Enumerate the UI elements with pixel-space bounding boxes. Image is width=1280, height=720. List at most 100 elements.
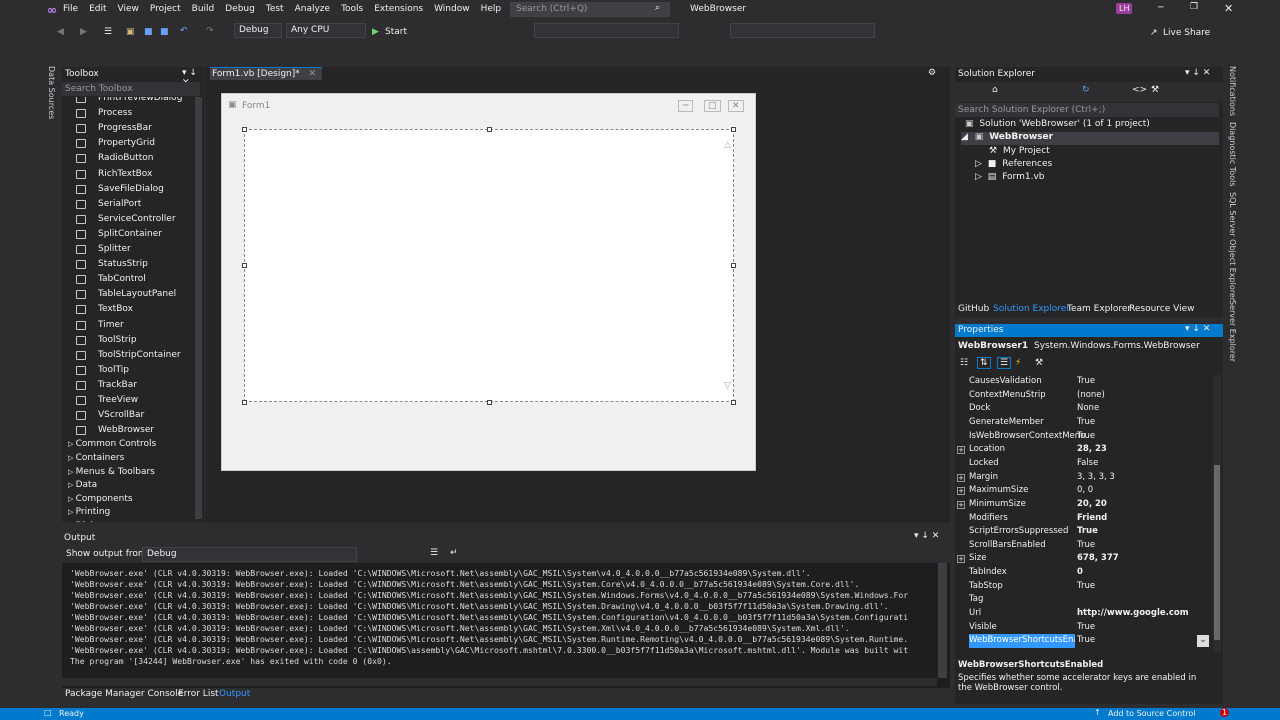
open-icon[interactable]: ▣ — [126, 25, 135, 40]
toolbox-item[interactable]: Process — [62, 106, 192, 121]
resize-handle[interactable] — [731, 263, 736, 268]
toolbox-item[interactable]: ServiceController — [62, 212, 192, 227]
property-row[interactable]: Modifiers Friend — [955, 512, 1210, 526]
bottom-tab[interactable]: Output — [219, 689, 250, 699]
toolbox-item[interactable]: SerialPort — [62, 197, 192, 212]
avatar[interactable]: LH — [1116, 3, 1133, 14]
expand-icon[interactable]: + — [957, 500, 965, 509]
property-row[interactable]: ScrollBarsEnabled True — [955, 539, 1210, 553]
solution-tab[interactable]: GitHub — [958, 304, 989, 314]
home-icon[interactable]: ⌂ — [992, 85, 998, 95]
menu-item[interactable]: Build — [192, 4, 215, 14]
toolbox-item[interactable]: Timer — [62, 318, 192, 333]
output-source-select[interactable]: Debug — [142, 547, 357, 562]
property-value[interactable]: True — [1077, 539, 1095, 553]
output-hscroll[interactable] — [62, 678, 937, 686]
toolbox-item[interactable]: PrintPreviewDialog — [62, 97, 192, 106]
resize-handle[interactable] — [487, 127, 492, 132]
property-row[interactable]: + Size 678, 377 — [955, 552, 1210, 566]
properties-icon[interactable]: ☰ — [997, 357, 1012, 369]
toolbox-item[interactable]: ToolStrip — [62, 333, 192, 348]
target-select[interactable] — [534, 23, 679, 38]
menu-item[interactable]: Extensions — [374, 4, 423, 14]
redo-icon[interactable]: ↷ — [206, 24, 214, 39]
property-row[interactable]: ContextMenuStrip (none) — [955, 389, 1210, 403]
property-value[interactable]: True — [1077, 580, 1095, 594]
property-value[interactable]: 28, 23 — [1077, 443, 1107, 457]
toolbox-category[interactable]: ▷ Printing — [68, 505, 196, 519]
property-value[interactable]: None — [1077, 402, 1099, 416]
toolbox-item[interactable]: TabControl — [62, 272, 192, 287]
property-row[interactable]: GenerateMember True — [955, 416, 1210, 430]
resize-handle[interactable] — [242, 263, 247, 268]
solution-node[interactable]: ▣ Solution 'WebBrowser' (1 of 1 project) — [965, 119, 1215, 132]
bottom-tab[interactable]: Error List — [178, 689, 219, 699]
resize-handle[interactable] — [242, 127, 247, 132]
output-pin-icon[interactable]: ▾ ↓ ✕ — [914, 531, 939, 541]
tree-node-references[interactable]: ▷ ■ References — [975, 159, 1052, 172]
expand-icon[interactable]: ▷ — [975, 159, 982, 169]
collapse-icon[interactable]: ◢ — [961, 132, 968, 142]
resize-handle[interactable] — [731, 400, 736, 405]
webbrowser-control[interactable]: △ ▽ — [244, 129, 734, 402]
expand-icon[interactable]: + — [957, 473, 965, 482]
output-text[interactable]: 'WebBrowser.exe' (CLR v4.0.30319: WebBro… — [62, 568, 938, 666]
toolbox-category[interactable]: ▷ Dialogs — [68, 519, 196, 522]
toolbox-item[interactable]: SaveFileDialog — [62, 182, 192, 197]
property-value[interactable]: 0, 0 — [1077, 484, 1093, 498]
vs-logo-icon[interactable]: ∞ — [47, 3, 57, 17]
property-value[interactable]: True — [1077, 375, 1095, 389]
property-value[interactable]: http://www.google.com — [1077, 607, 1189, 621]
toolbox-item[interactable]: WebBrowser — [62, 423, 192, 438]
toolbox-item[interactable]: RichTextBox — [62, 167, 192, 182]
sql-server-object-explorer-tab[interactable]: SQL Server Object Explorer — [1228, 192, 1237, 301]
toolbox-item[interactable]: ProgressBar — [62, 121, 192, 136]
toolbox-item[interactable]: RadioButton — [62, 151, 192, 166]
property-value[interactable]: Friend — [1077, 512, 1107, 526]
bottom-tab[interactable]: Package Manager Console — [65, 689, 183, 699]
expand-icon[interactable]: ▷ — [68, 495, 76, 503]
menu-item[interactable]: Analyze — [295, 4, 330, 14]
property-value[interactable]: False — [1077, 457, 1098, 471]
toolbox-search[interactable]: Search Toolbox — [62, 82, 200, 96]
property-value[interactable]: True — [1077, 430, 1095, 444]
property-row[interactable]: + MaximumSize 0, 0 — [955, 484, 1210, 498]
tree-node-my-project[interactable]: ⚒ My Project — [989, 146, 1050, 159]
property-row[interactable]: ScriptErrorsSuppressed True — [955, 525, 1210, 539]
property-value[interactable]: 678, 377 — [1077, 552, 1119, 566]
property-row[interactable]: WebBrowserShortcutsEnabl True — [955, 634, 1210, 648]
toolbox-item[interactable]: TreeView — [62, 393, 192, 408]
property-row[interactable]: TabIndex 0 — [955, 566, 1210, 580]
property-dropdown-button[interactable]: ⌄ — [1197, 635, 1209, 647]
expand-icon[interactable]: ▷ — [68, 508, 76, 516]
property-row[interactable]: + Margin 3, 3, 3, 3 — [955, 471, 1210, 485]
expand-icon[interactable]: ▷ — [975, 172, 982, 182]
forward-icon[interactable]: ▶ — [80, 25, 87, 40]
menu-item[interactable]: File — [63, 4, 78, 14]
toolbox-category[interactable]: ▷ Data — [68, 478, 196, 492]
resize-handle[interactable] — [731, 127, 736, 132]
toolbox-item[interactable]: SplitContainer — [62, 227, 192, 242]
resize-handle[interactable] — [242, 400, 247, 405]
maximize-icon[interactable]: ❐ — [1190, 2, 1198, 12]
property-row[interactable]: Url http://www.google.com — [955, 607, 1210, 621]
diagnostic-tools-tab[interactable]: Diagnostic Tools — [1228, 122, 1237, 187]
solution-tab[interactable]: Solution Explorer — [993, 304, 1070, 314]
solution-pin-icon[interactable]: ▾ ↓ ✕ — [1185, 68, 1210, 78]
notifications-tab[interactable]: Notifications — [1228, 66, 1237, 116]
search-input[interactable]: Search (Ctrl+Q) — [510, 2, 670, 17]
property-row[interactable]: + MinimumSize 20, 20 — [955, 498, 1210, 512]
word-wrap-icon[interactable]: ↵ — [450, 548, 458, 558]
refresh-icon[interactable]: ↻ — [1082, 85, 1090, 95]
minimize-icon[interactable]: ─ — [1158, 3, 1163, 13]
back-icon[interactable]: ◀ — [57, 25, 64, 40]
tab-designer[interactable]: Form1.vb [Design]* ✕ — [210, 67, 322, 80]
property-row[interactable]: Dock None — [955, 402, 1210, 416]
close-tab-icon[interactable]: ✕ — [309, 69, 317, 79]
property-pages-icon[interactable]: ⚒ — [1035, 358, 1043, 368]
property-row[interactable]: TabStop True — [955, 580, 1210, 594]
solution-tab[interactable]: Team Explorer — [1067, 304, 1131, 314]
source-control-icon[interactable]: ↑ — [1094, 708, 1101, 717]
start-icon[interactable]: ▶ — [372, 25, 379, 40]
properties-pin-icon[interactable]: ▾ ↓ ✕ — [1185, 324, 1210, 334]
